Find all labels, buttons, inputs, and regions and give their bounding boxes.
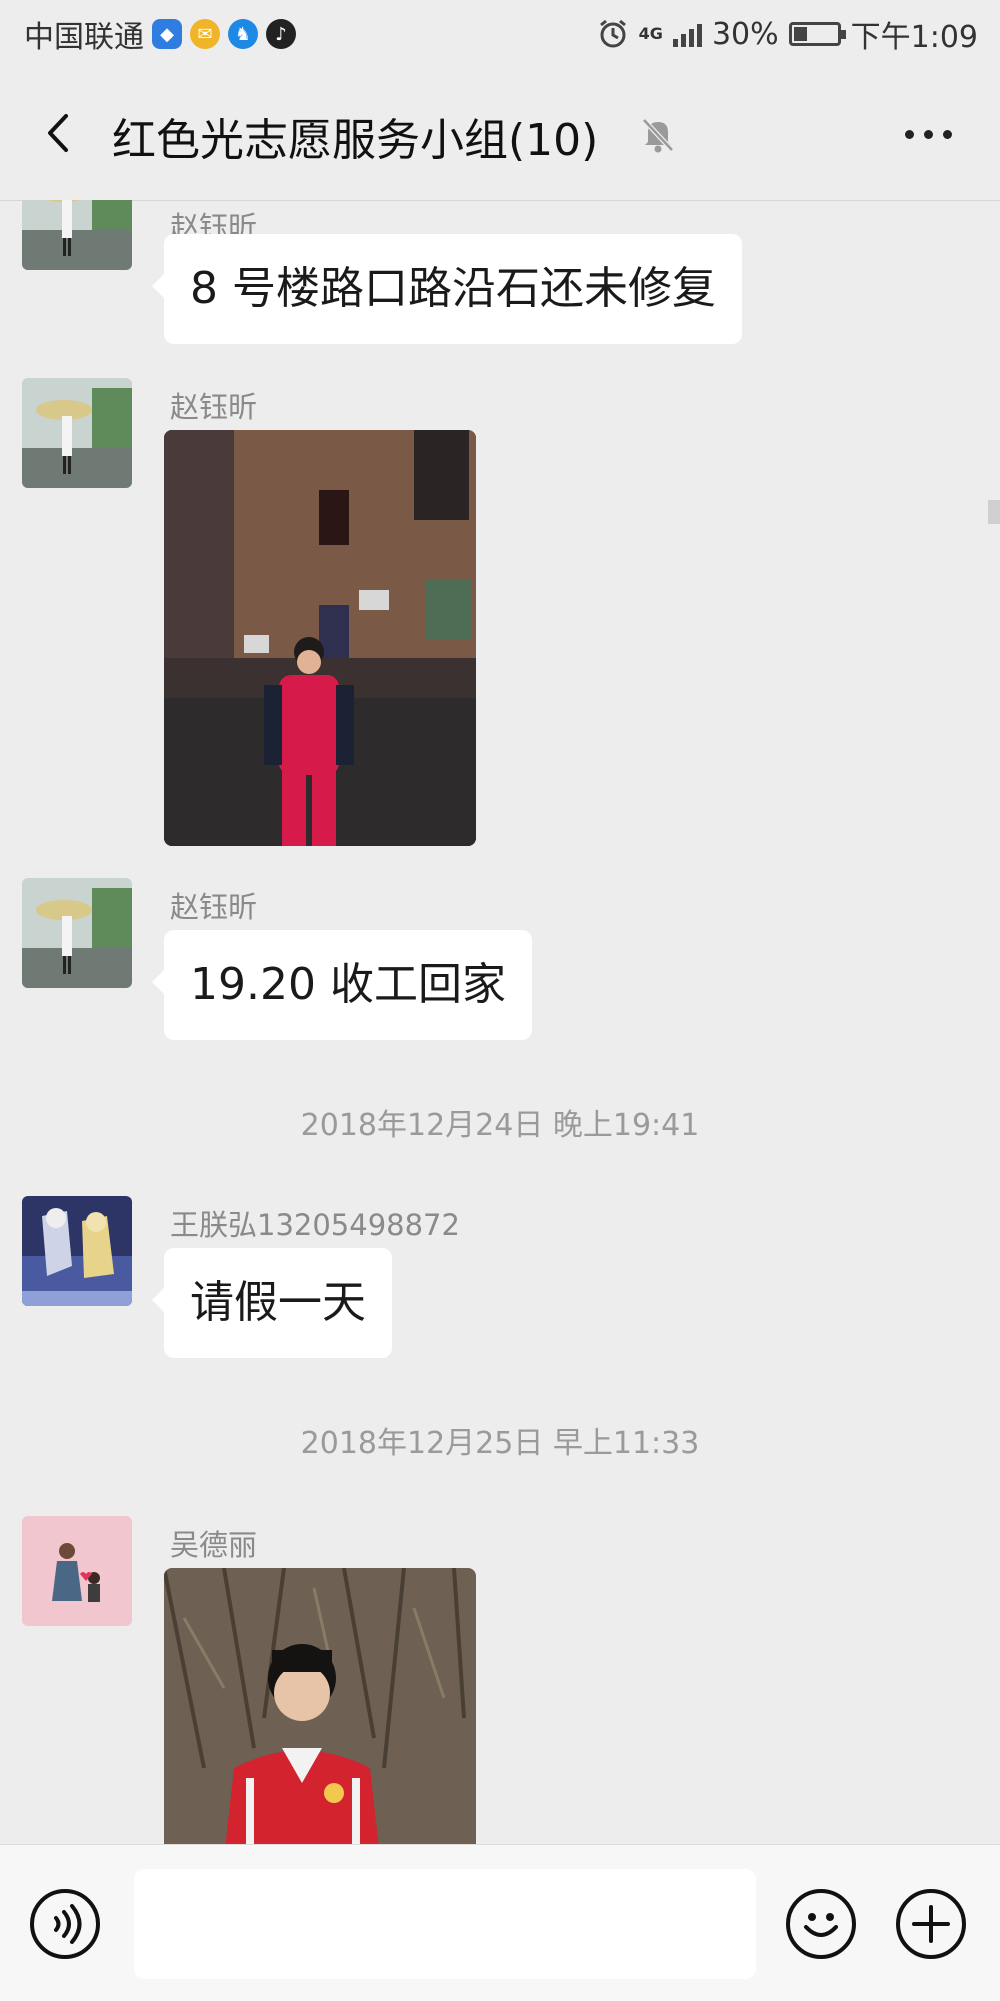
- plus-icon[interactable]: [896, 1889, 966, 1959]
- chat-header: 红色光志愿服务小组(10): [0, 68, 1000, 201]
- message-image[interactable]: [164, 430, 476, 846]
- network-type-label: 4G: [638, 24, 663, 43]
- chat-title: 红色光志愿服务小组(10): [112, 115, 599, 166]
- message-image[interactable]: [164, 1568, 476, 1844]
- sender-name: 赵钰昕: [170, 390, 258, 424]
- voice-icon[interactable]: [30, 1889, 100, 1959]
- avatar[interactable]: [22, 1196, 132, 1306]
- signal-icon: [672, 21, 702, 47]
- input-bar: [0, 1844, 1000, 2001]
- battery-level: [793, 27, 807, 41]
- chat-message-list[interactable]: 赵钰昕 8 号楼路口路沿石还未修复 赵钰昕 赵钰昕 19.20 收工回家 201…: [0, 200, 1000, 1844]
- sender-name: 吴德丽: [170, 1528, 258, 1562]
- shield-app-icon: ◆: [152, 19, 182, 49]
- bell-off-icon: [642, 118, 674, 153]
- message-bubble[interactable]: 8 号楼路口路沿石还未修复: [152, 234, 742, 344]
- scrollbar-thumb[interactable]: [988, 500, 1000, 524]
- message-bubble[interactable]: 请假一天: [152, 1248, 392, 1358]
- sender-name: 赵钰昕: [170, 890, 258, 924]
- battery-percent-label: 30%: [711, 16, 779, 52]
- status-left: 中国联通 ◆ ✉ ♞ ♪: [24, 12, 296, 56]
- timestamp-divider: 2018年12月24日 晚上19:41: [300, 1108, 700, 1143]
- avatar[interactable]: [22, 200, 132, 270]
- sender-name: 王朕弘13205498872: [170, 1208, 460, 1242]
- tiktok-app-icon: ♪: [266, 19, 296, 49]
- status-bar: 中国联通 ◆ ✉ ♞ ♪ 4G 30% 下午1:09: [0, 0, 1000, 68]
- more-dots-icon[interactable]: [905, 130, 952, 139]
- alarm-icon: [599, 19, 626, 48]
- qq-app-icon: ♞: [228, 19, 258, 49]
- timestamp-divider: 2018年12月25日 早上11:33: [300, 1426, 700, 1461]
- chevron-left-icon[interactable]: [36, 108, 86, 158]
- status-right: 4G 30% 下午1:09: [597, 12, 978, 56]
- avatar[interactable]: [22, 878, 132, 988]
- mail-app-icon: ✉: [190, 19, 220, 49]
- emoji-icon[interactable]: [786, 1889, 856, 1959]
- message-bubble[interactable]: 19.20 收工回家: [152, 930, 532, 1040]
- avatar[interactable]: [22, 1516, 132, 1626]
- message-input[interactable]: [134, 1869, 756, 1979]
- carrier-label: 中国联通: [24, 20, 144, 55]
- avatar[interactable]: [22, 378, 132, 488]
- battery-icon: [788, 22, 846, 46]
- clock-label: 下午1:09: [850, 20, 978, 55]
